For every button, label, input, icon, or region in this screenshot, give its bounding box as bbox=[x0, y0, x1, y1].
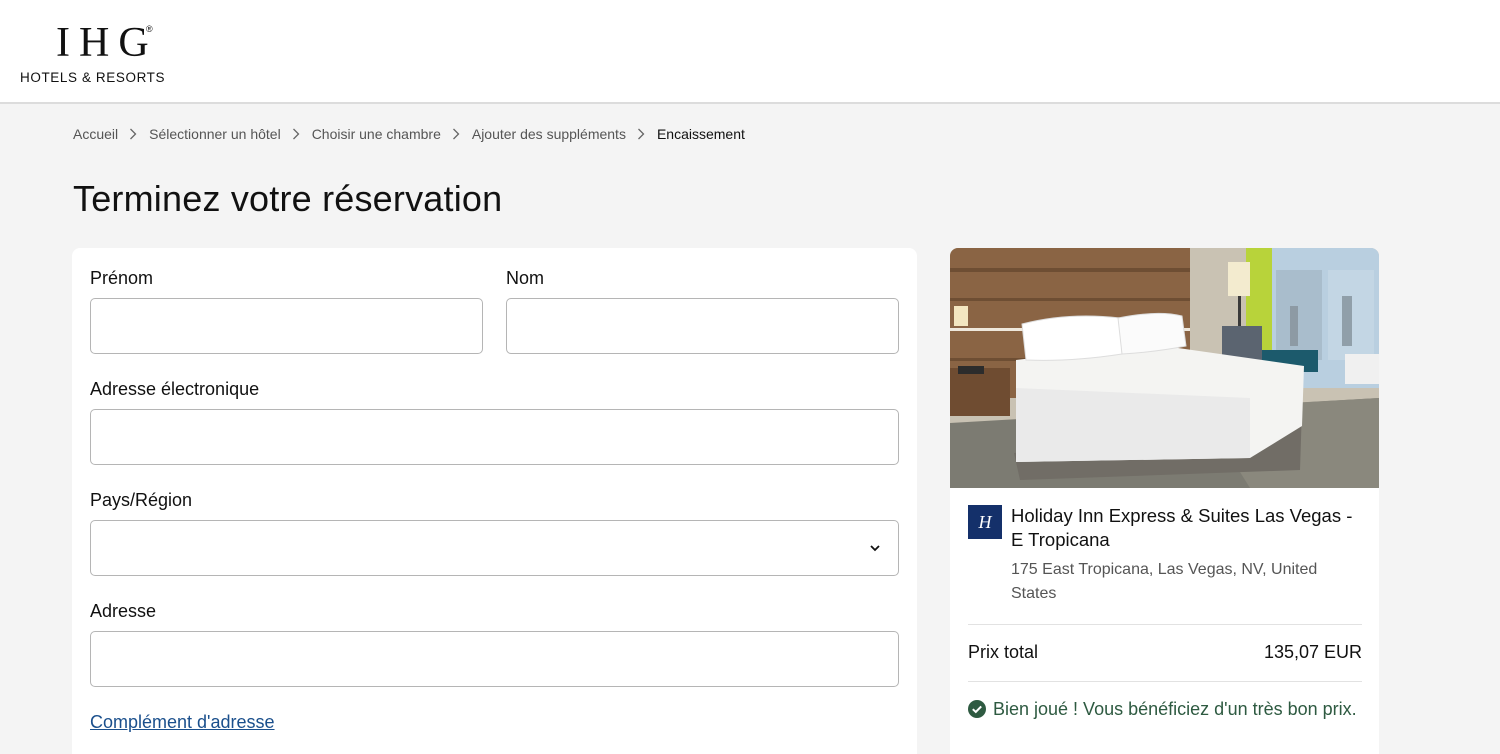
page-title: Terminez votre réservation bbox=[73, 178, 503, 219]
address-input[interactable] bbox=[91, 632, 898, 686]
chevron-right-icon bbox=[452, 128, 460, 140]
first-name-input[interactable] bbox=[91, 299, 482, 353]
logo-mark: IHG bbox=[56, 20, 158, 66]
address-field[interactable] bbox=[90, 631, 899, 687]
email-field[interactable] bbox=[90, 409, 899, 465]
top-header: IHG ® HOTELS & RESORTS bbox=[0, 0, 1500, 104]
breadcrumb-checkout: Encaissement bbox=[656, 126, 745, 142]
brand-badge-text: H bbox=[978, 511, 992, 532]
guest-details-form: Prénom Nom Adresse électronique Pays/Rég… bbox=[72, 248, 917, 754]
good-price-message: Bien joué ! Vous bénéficiez d'un très bo… bbox=[993, 699, 1357, 719]
first-name-label: Prénom bbox=[90, 268, 154, 288]
email-label: Adresse électronique bbox=[90, 379, 260, 399]
country-select[interactable] bbox=[90, 520, 899, 576]
total-price-value: 135,07 EUR bbox=[1263, 642, 1362, 662]
last-name-field[interactable] bbox=[506, 298, 899, 354]
last-name-label: Nom bbox=[506, 268, 545, 288]
booking-summary-card: H Holiday Inn Express & Suites Las Vegas… bbox=[950, 248, 1379, 754]
hotel-name: Holiday Inn Express & Suites Las Vegas -… bbox=[1011, 505, 1353, 550]
breadcrumb-choose-room[interactable]: Choisir une chambre bbox=[312, 126, 441, 142]
breadcrumb-home[interactable]: Accueil bbox=[73, 126, 118, 142]
address-label: Adresse bbox=[90, 601, 157, 621]
check-circle-icon bbox=[968, 700, 986, 718]
logo-subtitle: HOTELS & RESORTS bbox=[20, 70, 166, 85]
first-name-field[interactable] bbox=[90, 298, 483, 354]
chevron-right-icon bbox=[637, 128, 645, 140]
hotel-room-photo bbox=[950, 248, 1379, 488]
logo-registered-mark: ® bbox=[146, 24, 153, 34]
chevron-right-icon bbox=[129, 128, 137, 140]
ihg-logo[interactable]: IHG ® HOTELS & RESORTS bbox=[20, 22, 190, 88]
total-price-label: Prix total bbox=[968, 642, 1039, 662]
address-complement-link[interactable]: Complément d'adresse bbox=[90, 712, 275, 733]
last-name-input[interactable] bbox=[507, 299, 898, 353]
breadcrumb-add-extras[interactable]: Ajouter des suppléments bbox=[472, 126, 626, 142]
divider bbox=[968, 681, 1362, 682]
holiday-inn-express-icon: H bbox=[968, 505, 1002, 539]
divider bbox=[968, 624, 1362, 625]
country-label: Pays/Région bbox=[90, 490, 193, 510]
chevron-down-icon bbox=[870, 545, 880, 552]
breadcrumb-select-hotel[interactable]: Sélectionner un hôtel bbox=[149, 126, 281, 142]
hotel-address: 175 East Tropicana, Las Vegas, NV, Unite… bbox=[1011, 561, 1318, 602]
breadcrumb: Accueil Sélectionner un hôtel Choisir un… bbox=[73, 124, 745, 144]
chevron-right-icon bbox=[292, 128, 300, 140]
email-input[interactable] bbox=[91, 410, 898, 464]
